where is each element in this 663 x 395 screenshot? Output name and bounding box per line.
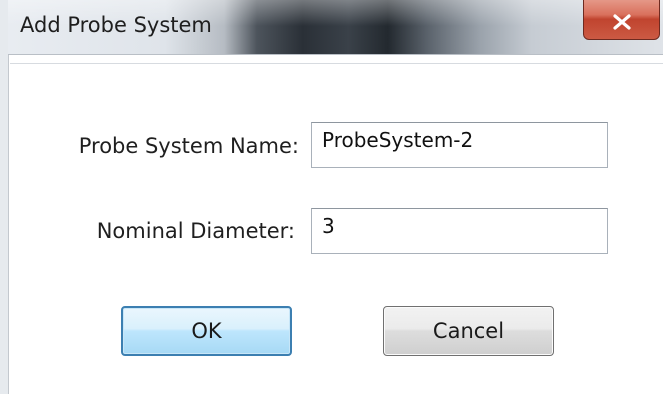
cancel-button-label: Cancel xyxy=(432,319,505,343)
ok-button-label: OK xyxy=(191,319,222,343)
probe-system-name-label: Probe System Name: xyxy=(78,134,299,158)
close-button[interactable] xyxy=(583,0,660,40)
probe-system-name-input[interactable]: ProbeSystem-2 xyxy=(311,122,608,168)
title-bar[interactable]: Add Probe System xyxy=(8,0,663,55)
cancel-button[interactable]: Cancel xyxy=(383,306,554,356)
nominal-diameter-input[interactable]: 3 xyxy=(311,208,608,254)
window-left-frame xyxy=(0,0,9,394)
window-title: Add Probe System xyxy=(20,13,212,37)
nominal-diameter-label: Nominal Diameter: xyxy=(96,219,295,243)
ok-button[interactable]: OK xyxy=(121,306,292,356)
add-probe-system-dialog: Add Probe System Probe System Name: Prob… xyxy=(0,0,663,395)
close-icon xyxy=(612,14,631,30)
